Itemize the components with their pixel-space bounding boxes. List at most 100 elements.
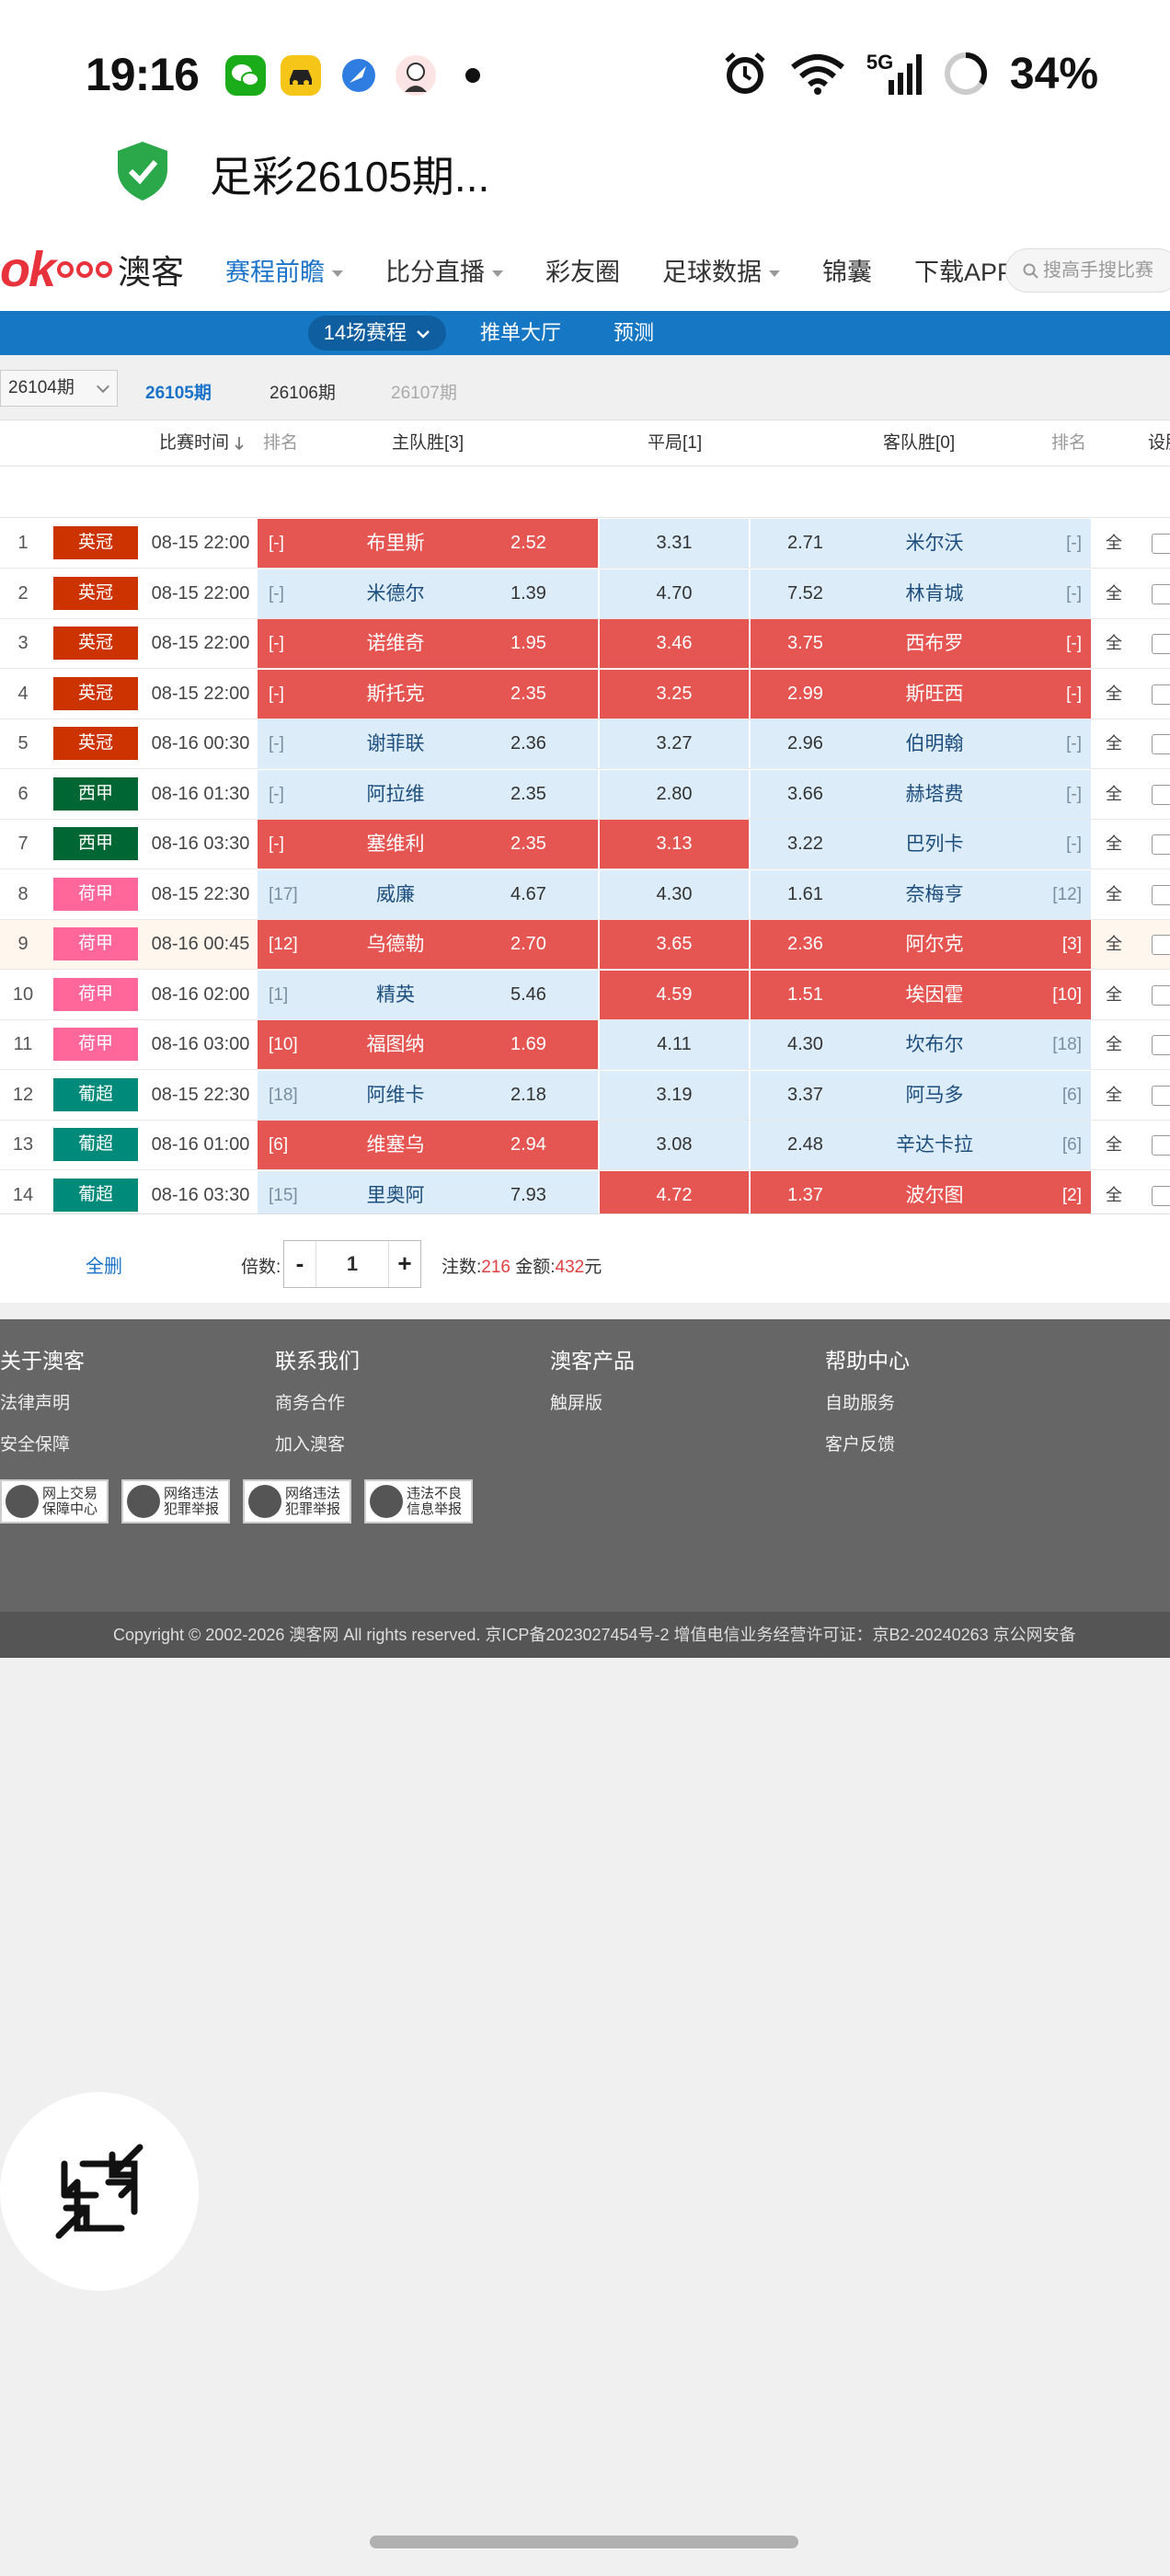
collapse-button[interactable] <box>0 2092 199 2291</box>
draw-option[interactable]: 4.30 <box>600 869 749 919</box>
draw-option[interactable]: 3.65 <box>600 920 749 969</box>
home-win-option[interactable]: [12] 乌德勒 2.70 <box>258 920 598 969</box>
okooo-logo[interactable]: ok 澳客 <box>0 242 184 297</box>
select-all-button[interactable]: 全 <box>1099 670 1129 719</box>
away-win-option[interactable]: 1.61 奈梅亨 [12] <box>751 869 1091 919</box>
issue-tab-26106[interactable]: 26106期 <box>270 379 336 404</box>
home-win-option[interactable]: [17] 威廉 4.67 <box>258 869 598 919</box>
away-win-option[interactable]: 7.52 林肯城 [-] <box>751 569 1091 618</box>
plus-button[interactable]: + <box>389 1241 420 1287</box>
away-win-option[interactable]: 2.36 阿尔克 [3] <box>751 920 1091 969</box>
home-win-option[interactable]: [1] 精英 5.46 <box>258 970 598 1019</box>
draw-option[interactable]: 4.59 <box>600 970 749 1019</box>
home-win-option[interactable]: [-] 塞维利 2.35 <box>258 820 598 868</box>
home-win-option[interactable]: [15] 里奥阿 7.93 <box>258 1170 598 1220</box>
home-win-option[interactable]: [-] 斯托克 2.35 <box>258 669 598 719</box>
away-win-option[interactable]: 3.37 阿马多 [6] <box>751 1070 1091 1120</box>
draw-option[interactable]: 4.11 <box>600 1020 749 1069</box>
footer-link[interactable]: 安全保障 <box>0 1431 85 1455</box>
banker-checkbox[interactable] <box>1152 1185 1170 1206</box>
home-win-option[interactable]: [6] 维塞乌 2.94 <box>258 1121 598 1169</box>
home-win-option[interactable]: [-] 谢菲联 2.36 <box>258 719 598 768</box>
issue-tab-26105[interactable]: 26105期 <box>145 379 212 404</box>
banker-checkbox[interactable] <box>1152 834 1170 855</box>
away-win-option[interactable]: 3.66 赫塔费 [-] <box>751 769 1091 819</box>
report-badge[interactable]: 网络违法 犯罪举报 <box>243 1479 351 1524</box>
draw-option[interactable]: 4.72 <box>600 1170 749 1220</box>
banker-checkbox[interactable] <box>1152 583 1170 604</box>
banker-checkbox[interactable] <box>1152 884 1170 905</box>
select-all-button[interactable]: 全 <box>1099 920 1129 969</box>
select-all-button[interactable]: 全 <box>1099 569 1129 618</box>
select-all-button[interactable]: 全 <box>1099 519 1129 568</box>
home-win-option[interactable]: [-] 米德尔 1.39 <box>258 569 598 618</box>
draw-option[interactable]: 4.70 <box>600 569 749 618</box>
minus-button[interactable]: - <box>284 1241 315 1287</box>
report-badge[interactable]: 网络违法 犯罪举报 <box>121 1479 230 1524</box>
draw-option[interactable]: 3.27 <box>600 719 749 768</box>
nav-item-3[interactable]: 足球数据 <box>662 252 780 288</box>
nav-item-1[interactable]: 比分直播 <box>385 252 503 288</box>
select-all-button[interactable]: 全 <box>1099 719 1129 768</box>
banker-checkbox[interactable] <box>1152 1135 1170 1156</box>
select-all-button[interactable]: 全 <box>1099 1121 1129 1169</box>
banker-checkbox[interactable] <box>1152 784 1170 805</box>
select-all-button[interactable]: 全 <box>1099 770 1129 819</box>
away-win-option[interactable]: 3.22 巴列卡 [-] <box>751 820 1091 868</box>
report-badge[interactable]: 网上交易 保障中心 <box>0 1479 109 1524</box>
footer-link[interactable]: 商务合作 <box>275 1389 360 1414</box>
banker-checkbox[interactable] <box>1152 1035 1170 1055</box>
home-win-option[interactable]: [-] 诺维奇 1.95 <box>258 619 598 668</box>
banker-checkbox[interactable] <box>1152 1085 1170 1106</box>
footer-link[interactable]: 法律声明 <box>0 1389 85 1414</box>
home-win-option[interactable]: [10] 福图纳 1.69 <box>258 1020 598 1069</box>
browser-title-bar[interactable]: 足彩26105期... <box>0 120 1170 230</box>
away-win-option[interactable]: 2.71 米尔沃 [-] <box>751 519 1091 568</box>
tab-prediction[interactable]: 预测 <box>614 311 654 355</box>
away-win-option[interactable]: 4.30 坎布尔 [18] <box>751 1020 1091 1069</box>
draw-option[interactable]: 3.31 <box>600 519 749 568</box>
select-all-button[interactable]: 全 <box>1099 1171 1129 1220</box>
banker-checkbox[interactable] <box>1152 684 1170 705</box>
select-all-button[interactable]: 全 <box>1099 619 1129 668</box>
draw-option[interactable]: 3.08 <box>600 1121 749 1169</box>
draw-option[interactable]: 3.19 <box>600 1070 749 1120</box>
draw-option[interactable]: 3.46 <box>600 619 749 668</box>
tab-14-matches[interactable]: 14场赛程 <box>308 316 446 351</box>
multiplier-input[interactable]: 1 <box>315 1241 389 1287</box>
clear-all-button[interactable]: 全删 <box>86 1251 122 1278</box>
draw-option[interactable]: 3.13 <box>600 820 749 868</box>
select-all-button[interactable]: 全 <box>1099 1071 1129 1120</box>
nav-item-5[interactable]: 下载APP <box>914 252 1014 288</box>
report-badge[interactable]: 违法不良 信息举报 <box>364 1479 473 1524</box>
banker-checkbox[interactable] <box>1152 984 1170 1006</box>
select-all-button[interactable]: 全 <box>1099 870 1129 919</box>
away-win-option[interactable]: 3.75 西布罗 [-] <box>751 619 1091 668</box>
banker-checkbox[interactable] <box>1152 634 1170 654</box>
home-win-option[interactable]: [-] 阿拉维 2.35 <box>258 769 598 819</box>
footer-link[interactable]: 自助服务 <box>825 1389 910 1414</box>
home-win-option[interactable]: [18] 阿维卡 2.18 <box>258 1070 598 1120</box>
home-indicator[interactable] <box>370 2536 798 2548</box>
issue-select[interactable]: 26104期 <box>0 370 118 407</box>
search-input[interactable]: 搜高手搜比赛 <box>1005 248 1170 293</box>
away-win-option[interactable]: 2.96 伯明翰 [-] <box>751 719 1091 768</box>
footer-link[interactable]: 触屏版 <box>550 1389 635 1414</box>
away-win-option[interactable]: 2.99 斯旺西 [-] <box>751 669 1091 719</box>
nav-item-4[interactable]: 锦囊 <box>822 252 872 288</box>
select-all-button[interactable]: 全 <box>1099 1020 1129 1069</box>
banker-checkbox[interactable] <box>1152 534 1170 554</box>
draw-option[interactable]: 3.25 <box>600 669 749 719</box>
banker-checkbox[interactable] <box>1152 734 1170 754</box>
draw-option[interactable]: 2.80 <box>600 769 749 819</box>
away-win-option[interactable]: 2.48 辛达卡拉 [6] <box>751 1121 1091 1169</box>
away-win-option[interactable]: 1.51 埃因霍 [10] <box>751 970 1091 1019</box>
home-win-option[interactable]: [-] 布里斯 2.52 <box>258 519 598 568</box>
nav-item-2[interactable]: 彩友圈 <box>545 252 620 288</box>
header-time[interactable]: 比赛时间 <box>159 420 245 466</box>
away-win-option[interactable]: 1.37 波尔图 [2] <box>751 1170 1091 1220</box>
nav-item-0[interactable]: 赛程前瞻 <box>225 252 343 288</box>
footer-link[interactable]: 客户反馈 <box>825 1431 910 1455</box>
select-all-button[interactable]: 全 <box>1099 971 1129 1019</box>
banker-checkbox[interactable] <box>1152 935 1170 955</box>
